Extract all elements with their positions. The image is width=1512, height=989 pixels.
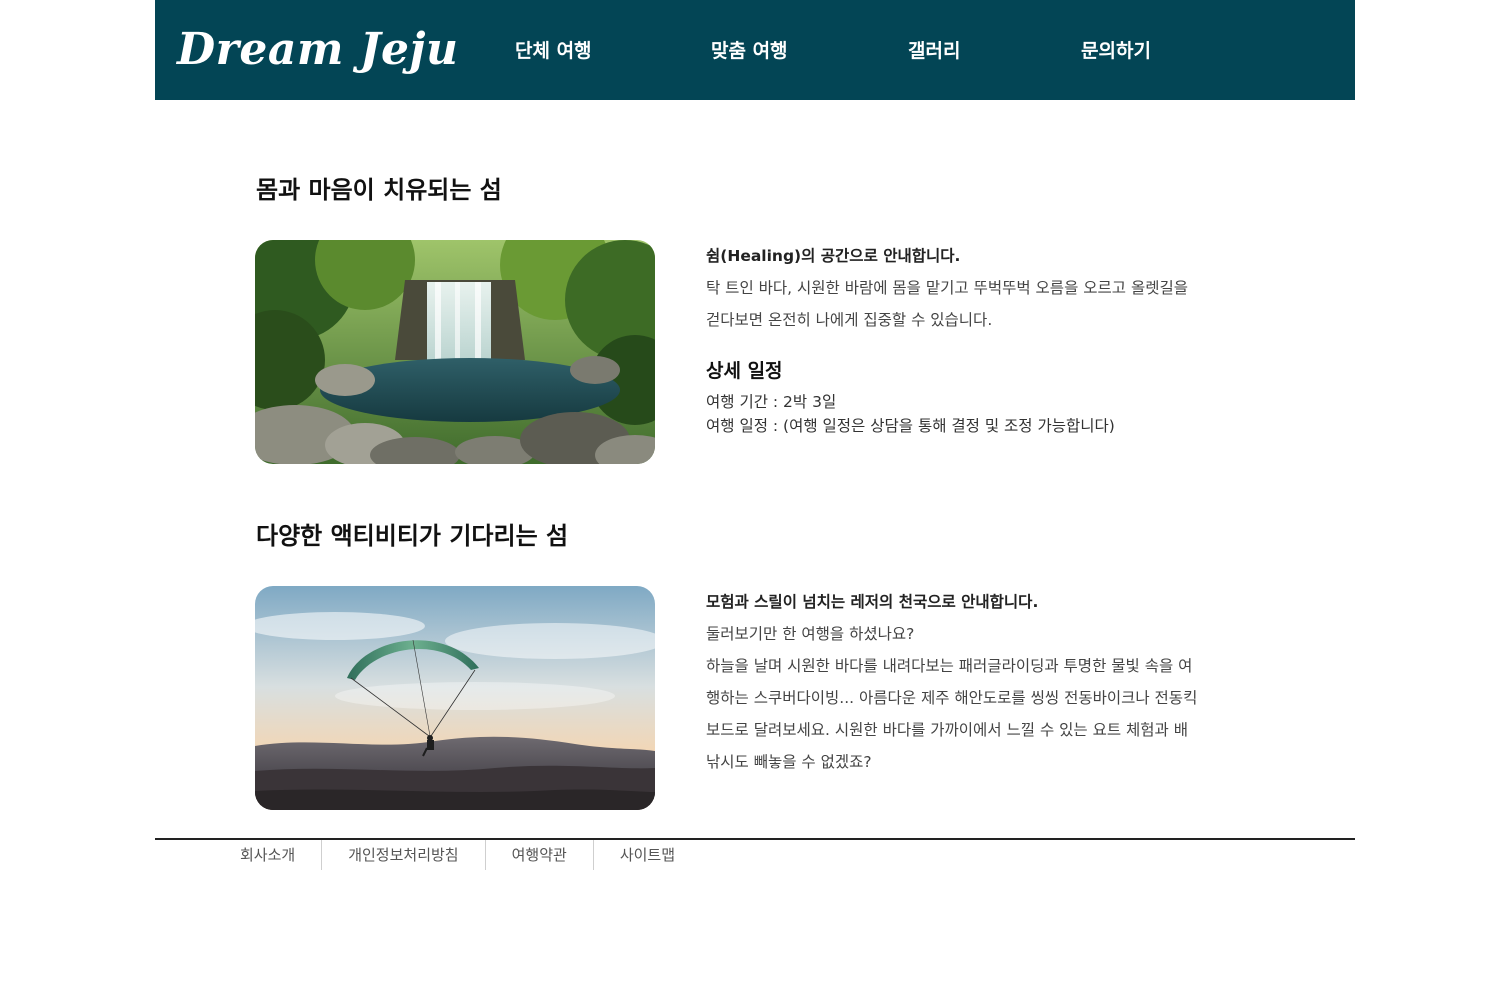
activity-text: 모험과 스릴이 넘치는 레저의 천국으로 안내합니다. 둘러보기만 한 여행을 … bbox=[706, 586, 1256, 778]
healing-text: 쉼(Healing)의 공간으로 안내합니다. 탁 트인 바다, 시원한 바람에… bbox=[706, 240, 1256, 438]
activity-lead: 모험과 스릴이 넘치는 레저의 천국으로 안내합니다. bbox=[706, 593, 1039, 611]
activity-paragraph-5: 낚시도 빼놓을 수 없겠죠? bbox=[706, 753, 872, 771]
waterfall-image bbox=[255, 240, 655, 464]
activity-paragraph-3: 행하는 스쿠버다이빙... 아름다운 제주 해안도로를 씽씽 전동바이크나 전동… bbox=[706, 689, 1198, 707]
site-header: Dream Jeju 단체 여행 맞춤 여행 갤러리 문의하기 bbox=[155, 0, 1355, 100]
footer-link-privacy[interactable]: 개인정보처리방침 bbox=[322, 840, 486, 870]
nav-contact[interactable]: 문의하기 bbox=[1081, 38, 1151, 64]
footer-nav: 회사소개 개인정보처리방침 여행약관 사이트맵 bbox=[214, 840, 701, 870]
site-logo[interactable]: Dream Jeju bbox=[177, 22, 458, 78]
footer-link-company[interactable]: 회사소개 bbox=[214, 840, 323, 870]
healing-lead: 쉼(Healing)의 공간으로 안내합니다. bbox=[706, 247, 961, 265]
footer-link-sitemap[interactable]: 사이트맵 bbox=[594, 840, 701, 870]
section-title-activity: 다양한 액티비티가 기다리는 섬 bbox=[256, 522, 569, 550]
healing-paragraph-1: 탁 트인 바다, 시원한 바람에 몸을 맡기고 뚜벅뚜벅 오름을 오르고 올렛길… bbox=[706, 279, 1188, 297]
page: Dream Jeju 단체 여행 맞춤 여행 갤러리 문의하기 몸과 마음이 치… bbox=[0, 0, 1512, 989]
paraglider-image bbox=[255, 586, 655, 810]
trip-duration: 여행 기간 : 2박 3일 bbox=[706, 393, 837, 411]
nav-custom-tour[interactable]: 맞춤 여행 bbox=[711, 38, 788, 64]
activity-paragraph-2: 하늘을 날며 시원한 바다를 내려다보는 패러글라이딩과 투명한 물빛 속을 여 bbox=[706, 657, 1193, 675]
trip-itinerary: 여행 일정 : (여행 일정은 상담을 통해 결정 및 조정 가능합니다) bbox=[706, 417, 1115, 435]
nav-group-tour[interactable]: 단체 여행 bbox=[515, 38, 592, 64]
activity-paragraph-1: 둘러보기만 한 여행을 하셨나요? bbox=[706, 625, 915, 643]
detail-schedule-title: 상세 일정 bbox=[706, 360, 783, 382]
activity-paragraph-4: 보드로 달려보세요. 시원한 바다를 가까이에서 느낄 수 있는 요트 체험과 … bbox=[706, 721, 1188, 739]
footer-link-terms[interactable]: 여행약관 bbox=[486, 840, 594, 870]
healing-paragraph-2: 걷다보면 온전히 나에게 집중할 수 있습니다. bbox=[706, 311, 993, 329]
section-title-healing: 몸과 마음이 치유되는 섬 bbox=[256, 176, 502, 204]
nav-gallery[interactable]: 갤러리 bbox=[908, 38, 960, 64]
